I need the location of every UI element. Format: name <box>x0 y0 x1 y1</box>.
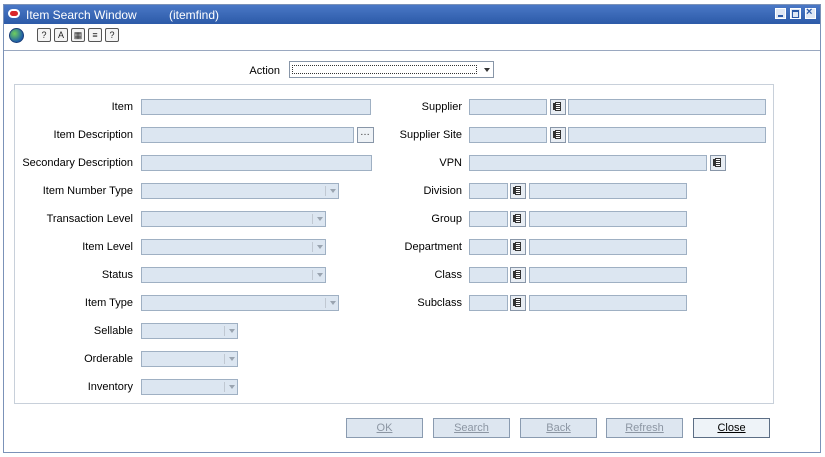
chevron-down-icon <box>229 357 235 361</box>
class-input[interactable] <box>469 267 508 283</box>
class-name-field <box>529 267 687 283</box>
action-value <box>292 65 477 74</box>
status-label: Status <box>101 269 133 281</box>
secondary-description-label: Secondary Description <box>22 157 133 169</box>
window-subtitle: (itemfind) <box>169 8 220 22</box>
group-input[interactable] <box>469 211 508 227</box>
item-label: Item <box>111 101 133 113</box>
orderable-select[interactable] <box>141 351 238 367</box>
group-label: Group <box>431 213 462 225</box>
group-lov-icon[interactable] <box>510 211 526 227</box>
item-level-label: Item Level <box>82 241 133 253</box>
chevron-down-icon <box>330 189 336 193</box>
action-dropdown[interactable] <box>289 61 494 78</box>
item-level-select[interactable] <box>141 239 326 255</box>
maximize-button[interactable] <box>790 8 801 19</box>
transaction-level-label: Transaction Level <box>46 213 133 225</box>
vpn-input[interactable] <box>469 155 707 171</box>
action-label: Action <box>249 65 280 77</box>
class-lov-icon[interactable] <box>510 267 526 283</box>
title-bar: Item Search Window (itemfind) <box>4 5 820 24</box>
ok-button[interactable]: OK <box>346 418 423 438</box>
app-icon <box>8 9 20 18</box>
supplier-name-field <box>568 99 766 115</box>
supplier-lov-icon[interactable] <box>550 99 566 115</box>
window-title: Item Search Window <box>26 8 137 22</box>
chevron-down-icon <box>229 385 235 389</box>
help-about-icon[interactable]: ? <box>37 28 51 42</box>
search-button[interactable]: Search <box>433 418 510 438</box>
department-label: Department <box>404 241 462 253</box>
subclass-label: Subclass <box>417 297 462 309</box>
transaction-level-select[interactable] <box>141 211 326 227</box>
item-description-label: Item Description <box>53 129 133 141</box>
department-lov-icon[interactable] <box>510 239 526 255</box>
toolbar: ? A ▦ ≡ ? <box>4 24 820 51</box>
inventory-select[interactable] <box>141 379 238 395</box>
chevron-down-icon <box>229 329 235 333</box>
chevron-down-icon <box>317 245 323 249</box>
supplier-input[interactable] <box>469 99 547 115</box>
globe-icon[interactable] <box>9 28 24 43</box>
division-lov-icon[interactable] <box>510 183 526 199</box>
search-criteria-panel: Item Item Description Secondary Descript… <box>14 84 774 404</box>
division-label: Division <box>423 185 462 197</box>
item-number-type-select[interactable] <box>141 183 339 199</box>
item-type-select[interactable] <box>141 295 339 311</box>
group-name-field <box>529 211 687 227</box>
vpn-lov-icon[interactable] <box>710 155 726 171</box>
supplier-site-input[interactable] <box>469 127 547 143</box>
close-button[interactable]: Close <box>693 418 770 438</box>
chevron-down-icon <box>330 301 336 305</box>
supplier-label: Supplier <box>421 101 462 113</box>
help-icon[interactable]: ? <box>105 28 119 42</box>
department-name-field <box>529 239 687 255</box>
item-number-type-label: Item Number Type <box>42 185 133 197</box>
chevron-down-icon <box>317 217 323 221</box>
supplier-site-label: Supplier Site <box>399 129 462 141</box>
back-button[interactable]: Back <box>520 418 597 438</box>
division-input[interactable] <box>469 183 508 199</box>
division-name-field <box>529 183 687 199</box>
chevron-down-icon <box>484 68 490 72</box>
sellable-label: Sellable <box>93 325 133 337</box>
item-type-label: Item Type <box>84 297 133 309</box>
refresh-button[interactable]: Refresh <box>606 418 683 438</box>
close-window-button[interactable] <box>805 6 816 19</box>
sellable-select[interactable] <box>141 323 238 339</box>
item-input[interactable] <box>141 99 371 115</box>
print-icon[interactable]: ≡ <box>88 28 102 42</box>
orderable-label: Orderable <box>84 353 133 365</box>
class-label: Class <box>434 269 462 281</box>
subclass-name-field <box>529 295 687 311</box>
item-search-window: Item Search Window (itemfind) ? A ▦ ≡ ? … <box>3 4 821 453</box>
supplier-site-lov-icon[interactable] <box>550 127 566 143</box>
chevron-down-icon <box>317 273 323 277</box>
vpn-label: VPN <box>439 157 462 169</box>
minimize-button[interactable] <box>775 8 786 19</box>
supplier-site-name-field <box>568 127 766 143</box>
secondary-description-input[interactable] <box>141 155 372 171</box>
subclass-lov-icon[interactable] <box>510 295 526 311</box>
inventory-label: Inventory <box>87 381 133 393</box>
spell-check-icon[interactable]: A <box>54 28 68 42</box>
item-description-input[interactable] <box>141 127 354 143</box>
status-select[interactable] <box>141 267 326 283</box>
calculator-icon[interactable]: ▦ <box>71 28 85 42</box>
department-input[interactable] <box>469 239 508 255</box>
subclass-input[interactable] <box>469 295 508 311</box>
